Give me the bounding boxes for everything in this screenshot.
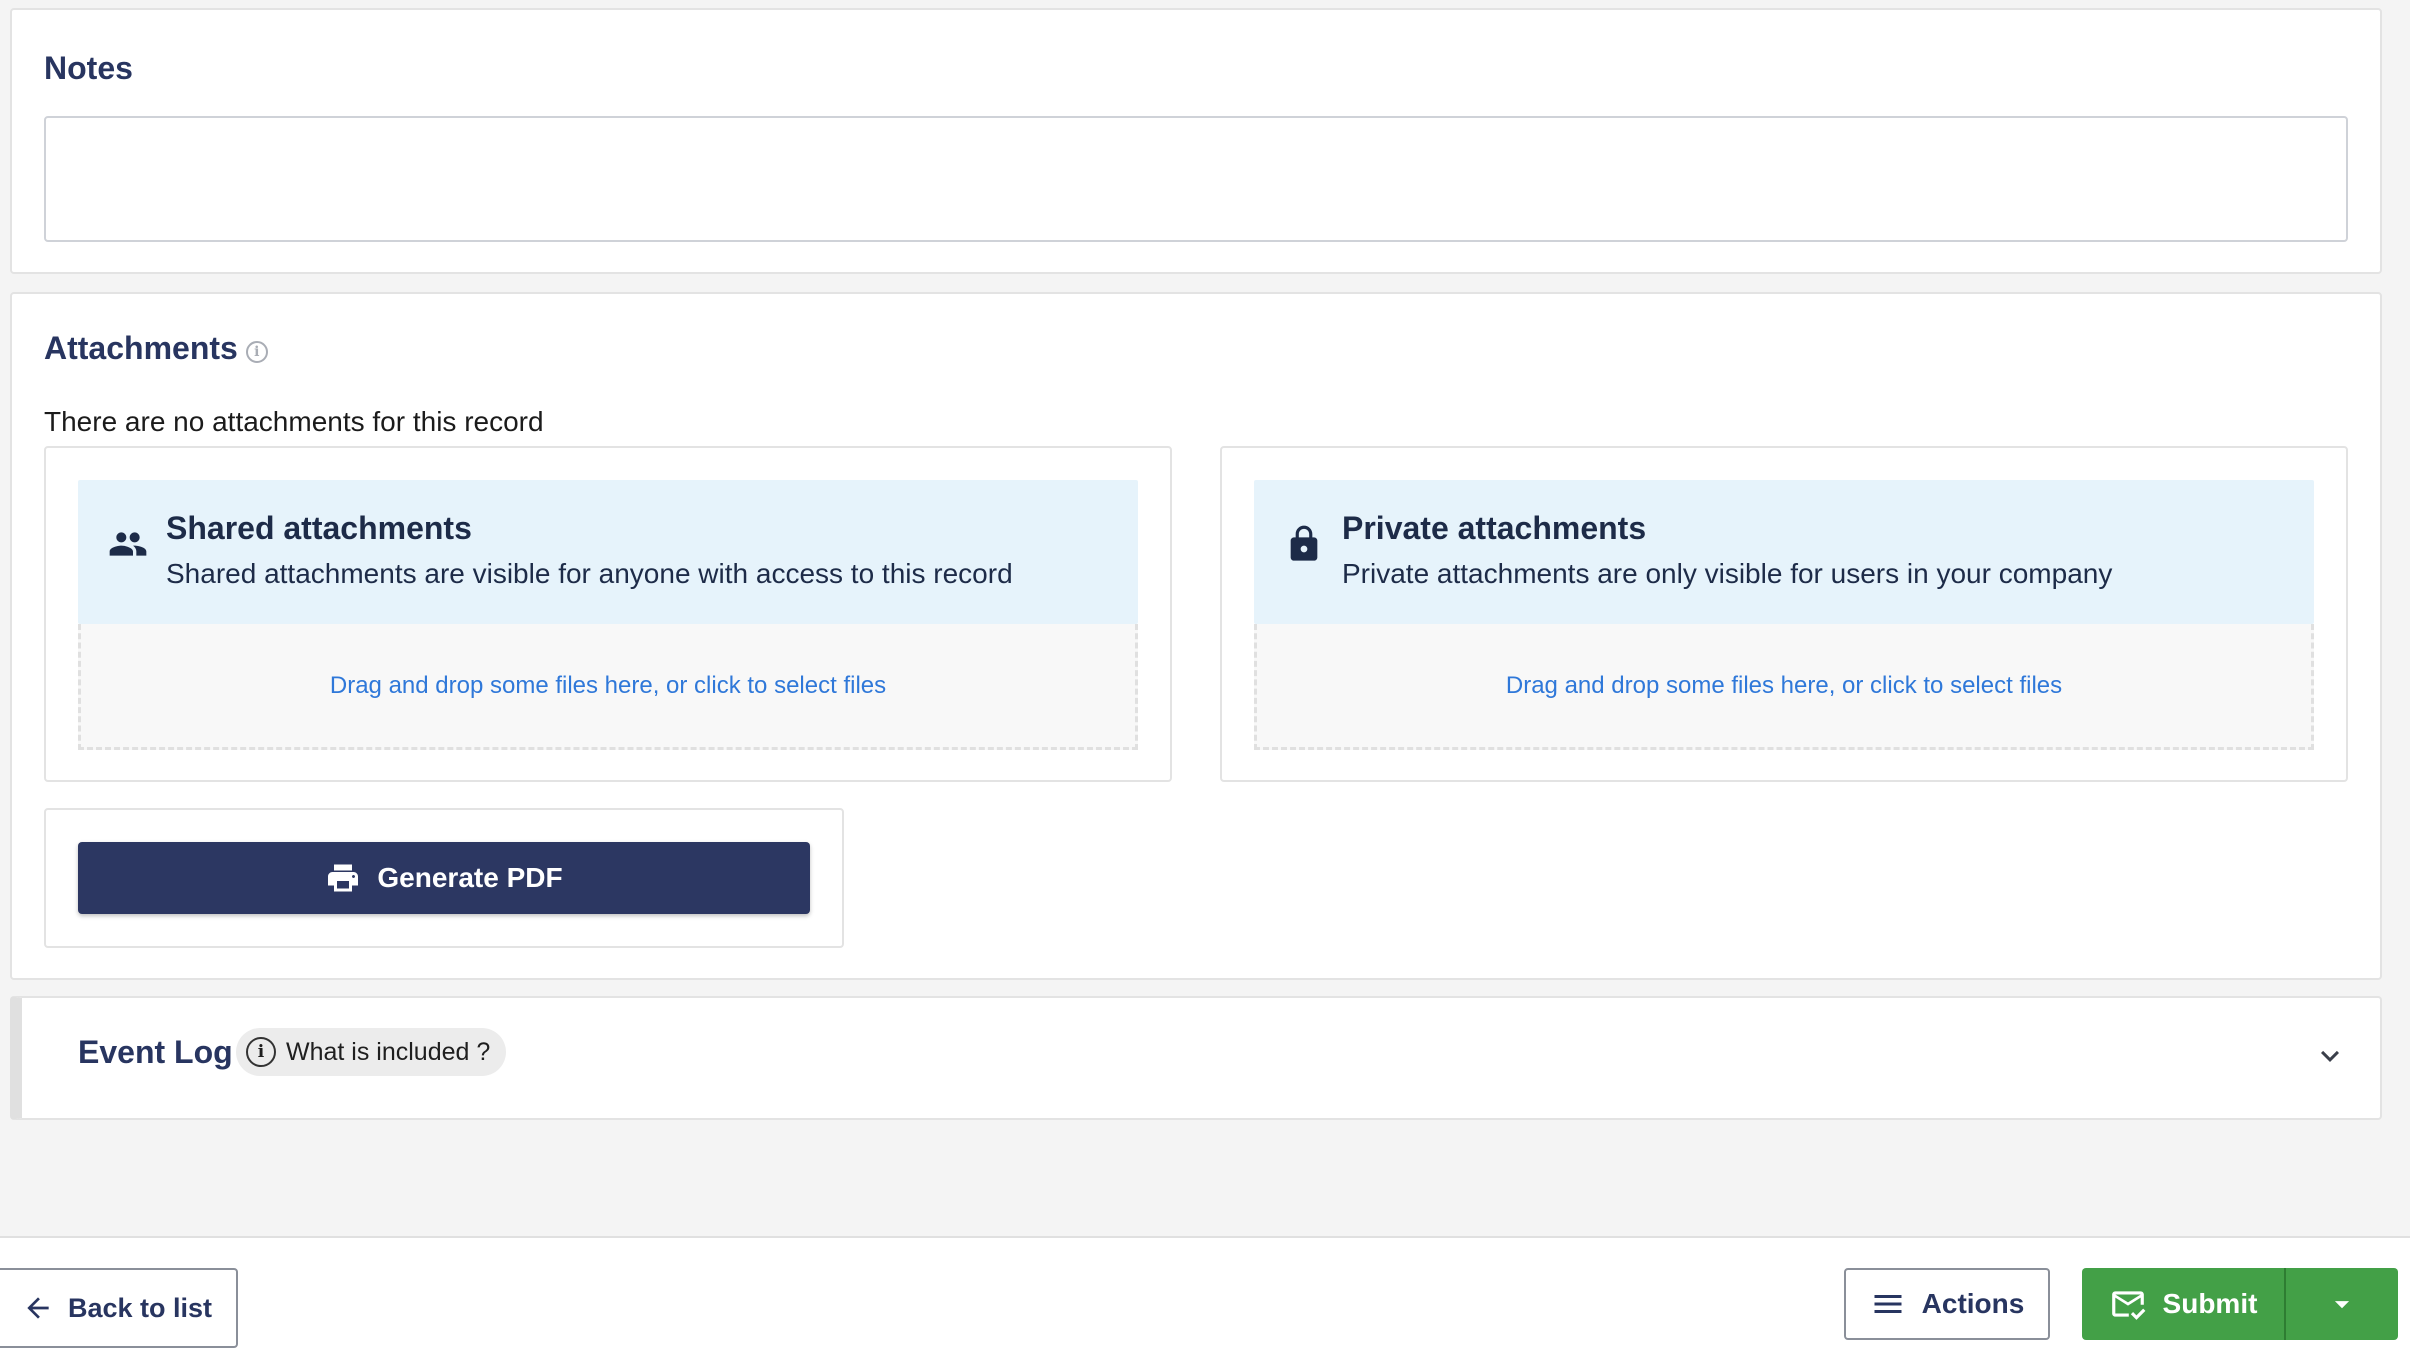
shared-attachments-title: Shared attachments	[166, 510, 472, 546]
actions-label: Actions	[1921, 1288, 2025, 1319]
chevron-down-icon[interactable]	[2312, 1038, 2348, 1074]
submit-label: Submit	[2162, 1288, 2258, 1319]
submit-button-group: Submit	[2082, 1268, 2398, 1340]
notes-title: Notes	[44, 50, 133, 86]
notes-input[interactable]	[44, 116, 2348, 242]
shared-attachments-description: Shared attachments are visible for anyon…	[166, 558, 1013, 589]
shared-dropzone[interactable]: Drag and drop some files here, or click …	[78, 624, 1138, 750]
back-to-list-button[interactable]: Back to list	[0, 1268, 238, 1348]
shared-attachments-header: Shared attachments Shared attachments ar…	[78, 480, 1138, 624]
info-icon[interactable]: i	[245, 340, 268, 363]
event-log-section[interactable]: Event Log i What is included ?	[10, 996, 2382, 1120]
event-log-title: Event Log	[78, 1034, 233, 1070]
attachments-title-row: Attachments i	[44, 330, 268, 367]
what-is-included-label: What is included ?	[286, 1037, 491, 1066]
mail-check-icon	[2111, 1291, 2145, 1320]
private-attachments-header: Private attachments Private attachments …	[1254, 480, 2314, 624]
submit-dropdown-button[interactable]	[2286, 1268, 2398, 1340]
private-attachments-title: Private attachments	[1342, 510, 1647, 546]
attachments-section: Attachments i There are no attachments f…	[10, 292, 2382, 980]
private-attachments-description: Private attachments are only visible for…	[1342, 558, 2113, 589]
menu-icon	[1874, 1295, 1902, 1313]
arrow-left-icon	[27, 1297, 49, 1319]
footer-bar: Back to list Actions Submit	[0, 1236, 2410, 1350]
actions-button[interactable]: Actions	[1844, 1268, 2050, 1340]
shared-attachments-panel: Shared attachments Shared attachments ar…	[44, 446, 1172, 782]
generate-pdf-panel: Generate PDF	[44, 808, 844, 948]
people-icon	[109, 532, 147, 556]
info-icon: i	[246, 1037, 276, 1067]
printer-icon	[328, 864, 359, 892]
notes-section: Notes	[10, 8, 2382, 274]
private-dropzone[interactable]: Drag and drop some files here, or click …	[1254, 624, 2314, 750]
no-attachments-message: There are no attachments for this record	[44, 406, 544, 437]
submit-button[interactable]: Submit	[2082, 1268, 2286, 1340]
generate-pdf-button[interactable]: Generate PDF	[78, 842, 810, 914]
lock-icon	[1290, 525, 1318, 561]
generate-pdf-label: Generate PDF	[377, 862, 563, 893]
back-to-list-label: Back to list	[67, 1292, 213, 1323]
what-is-included-chip[interactable]: i What is included ?	[236, 1028, 507, 1076]
attachments-title: Attachments	[44, 330, 238, 366]
caret-down-icon	[2334, 1301, 2350, 1309]
private-attachments-panel: Private attachments Private attachments …	[1220, 446, 2348, 782]
